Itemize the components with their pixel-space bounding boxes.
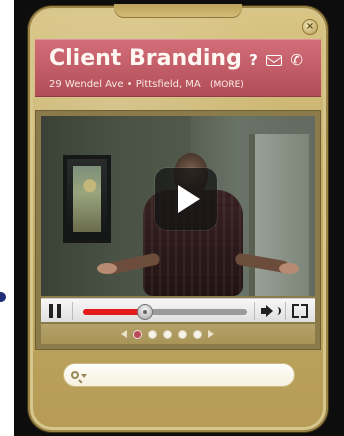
chevron-right-icon[interactable] [208,330,214,338]
chevron-left-icon[interactable] [121,330,127,338]
wall-picture [63,155,111,243]
search-icon [71,371,79,379]
chevron-down-icon [81,374,87,378]
fullscreen-corner [301,304,308,311]
pager-dot-2[interactable] [148,329,157,339]
fullscreen-corner [301,311,308,318]
seek-progress [83,309,146,315]
seek-handle[interactable] [137,304,154,320]
control-divider [72,302,73,320]
video-screen[interactable] [41,116,315,296]
search-icon-group[interactable] [71,368,93,382]
address-row: 29 Wendel Ave • Pittsfield, MA (MORE) [49,79,244,91]
pager-dot-4[interactable] [178,329,187,339]
pager-dot-3[interactable] [163,329,172,339]
volume-icon[interactable] [261,305,281,317]
fullscreen-icon[interactable] [292,304,308,318]
help-icon[interactable]: ? [248,52,258,68]
address-text: 29 Wendel Ave • Pittsfield, MA [49,79,201,90]
pager-dot-1[interactable] [133,329,142,339]
video-widget: × Client Branding 29 Wendel Ave • Pittsf… [28,4,328,432]
mail-icon[interactable] [266,54,283,66]
header-icons: ? ✆ [248,52,303,68]
top-tab [114,4,242,18]
seek-slider[interactable] [83,304,247,320]
play-icon[interactable] [155,168,217,230]
fullscreen-corner [292,304,299,311]
video-player [35,110,321,350]
page-title: Client Branding [49,46,242,71]
person-right-hand [279,263,299,274]
pager-dot-5[interactable] [193,329,202,339]
close-button[interactable]: × [302,19,318,35]
video-controls [41,298,315,322]
pause-icon[interactable] [47,304,63,318]
person-left-hand [97,263,117,274]
control-divider [254,302,255,320]
more-link[interactable]: (MORE) [210,80,244,90]
header-bar: Client Branding 29 Wendel Ave • Pittsfie… [35,39,321,97]
search-input[interactable] [96,367,284,383]
pager-controls [121,327,214,341]
fullscreen-corner [292,311,299,318]
volume-wave [274,307,281,315]
video-pager [41,324,315,344]
wall-picture-art [73,166,101,232]
phone-icon[interactable]: ✆ [290,52,303,68]
edge-indicator [0,292,6,302]
control-divider [285,302,286,320]
search-bar [64,364,294,386]
